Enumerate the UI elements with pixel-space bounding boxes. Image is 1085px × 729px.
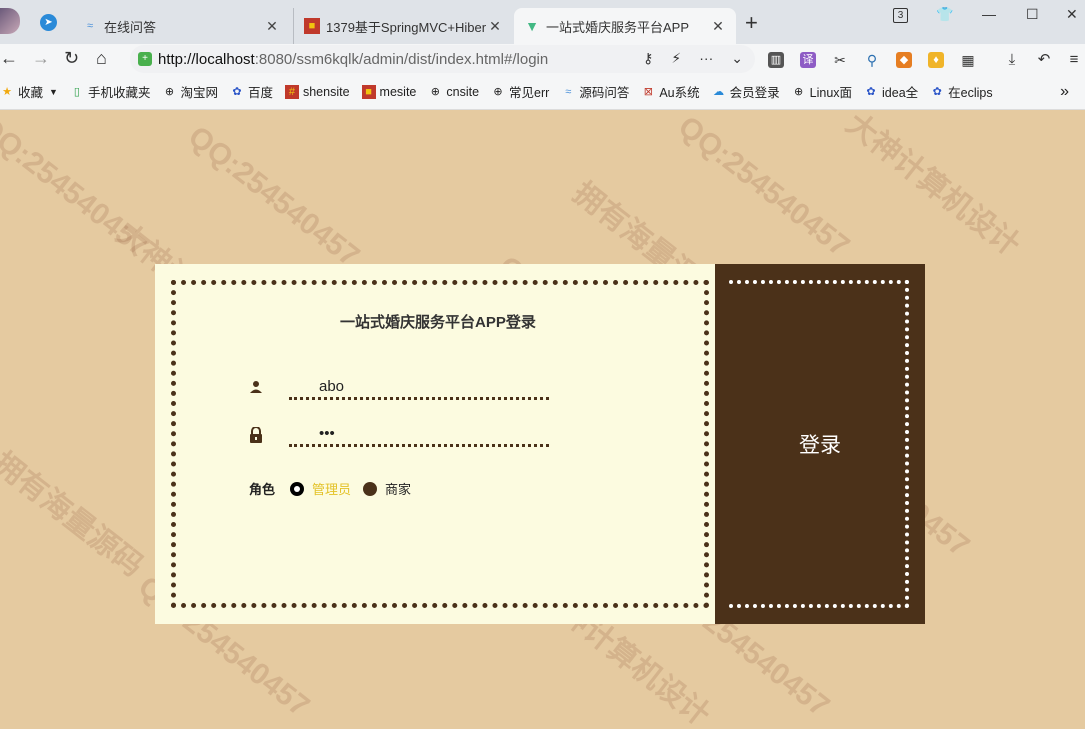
tab-count-badge[interactable]: 3 [893, 8, 908, 23]
back-icon[interactable]: ← [0, 48, 18, 69]
red-square-icon: ■ [361, 84, 376, 99]
login-page: QQ:254540457 大神计算机设计 QQ:254540457 拥有海量源码… [0, 110, 1085, 729]
download-icon[interactable]: ⤓ [1004, 52, 1020, 68]
box-icon: ⊠ [643, 86, 653, 98]
login-submit-panel: 登录 [715, 264, 925, 624]
role-label: 角色 [249, 482, 276, 497]
shield-ext-icon[interactable]: ♦ [928, 52, 944, 68]
secure-shield-icon: + [138, 52, 152, 66]
reader-icon[interactable]: ▥ [768, 52, 784, 68]
close-icon[interactable]: ✕ [710, 18, 726, 35]
lightning-icon[interactable]: ⚡ [671, 50, 681, 67]
paw-icon: ✿ [232, 86, 242, 98]
maximize-icon[interactable]: ☐ [1026, 6, 1039, 23]
password-input[interactable] [289, 423, 549, 447]
gamepad-icon[interactable]: ◆ [896, 52, 912, 68]
bookmark-err[interactable]: ⊕ 常见err [491, 82, 549, 101]
tab-wedding-app[interactable]: ▼ 一站式婚庆服务平台APP ✕ [514, 8, 736, 44]
role-merchant-radio[interactable]: 商家 [363, 479, 411, 498]
watermark: 大神计算机设计 [839, 110, 1026, 263]
bookmark-eclipse[interactable]: ✿ 在eclips [930, 82, 993, 101]
bookmark-baidu[interactable]: ✿ 百度 [230, 82, 273, 101]
translate-icon[interactable]: 译 [800, 52, 816, 68]
bookmark-cnsite[interactable]: ⊕ cnsite [428, 85, 479, 99]
bookmark-mesite[interactable]: ■ mesite [361, 84, 416, 99]
search-icon[interactable]: ⚲ [864, 52, 880, 68]
bookmark-mobile[interactable]: ▯ 手机收藏夹 [70, 82, 151, 101]
username-row [249, 376, 549, 400]
close-icon[interactable]: ✕ [487, 18, 503, 35]
undo-icon[interactable]: ↶ [1036, 52, 1052, 68]
bookmarks-overflow-icon[interactable]: » [1060, 83, 1069, 101]
role-selector: 角色 管理员 商家 [249, 479, 423, 498]
bookmarks-bar: ★ 收藏 ▼ ▯ 手机收藏夹 ⊕ 淘宝网 ✿ 百度 # shensite ■ mesite ⊕… [0, 74, 1085, 110]
login-button[interactable]: 登录 [715, 264, 925, 624]
reload-icon[interactable]: ↻ [64, 48, 79, 69]
url-text: http://localhost:8080/ssm6kqlk/admin/dis… [158, 50, 549, 68]
user-icon [249, 380, 263, 396]
role-admin-radio[interactable]: 管理员 [290, 479, 351, 498]
watermark: 拥有海量源码 [0, 446, 149, 584]
star-icon: ★ [2, 86, 12, 98]
paw-icon: ✿ [866, 86, 876, 98]
tab-online-qa[interactable]: ≈ 在线问答 ✕ [72, 8, 290, 44]
watermark: QQ:254540457 [182, 119, 366, 274]
home-icon[interactable]: ⌂ [96, 48, 107, 69]
chevron-down-icon[interactable]: ⌄ [731, 50, 743, 67]
profile-avatar[interactable] [0, 8, 20, 34]
tab-title: 一站式婚庆服务平台APP [546, 19, 690, 35]
radio-selected-icon [290, 481, 305, 496]
new-tab-button[interactable]: + [745, 10, 758, 36]
password-row [249, 423, 549, 447]
bookmark-member[interactable]: ☁ 会员登录 [712, 82, 780, 101]
bookmark-shensite[interactable]: # shensite [284, 84, 350, 99]
tab-title: 在线问答 [104, 19, 157, 35]
shirt-icon[interactable]: 👕 [936, 6, 953, 23]
watermark: QQ:254540457 [672, 110, 856, 264]
phone-icon: ▯ [73, 86, 80, 98]
globe-icon: ⊕ [493, 86, 503, 98]
wave-icon: ≈ [86, 20, 94, 32]
telegram-icon[interactable]: ➤ [40, 14, 57, 31]
radio-unselected-icon [363, 481, 378, 496]
menu-icon[interactable]: ≡ [1066, 52, 1082, 68]
minimize-icon[interactable]: — [982, 6, 996, 22]
scissors-icon[interactable]: ✂ [832, 52, 848, 68]
close-window-icon[interactable]: ✕ [1066, 6, 1078, 23]
browser-toolbar: ← → ↻ ⌂ + http://localhost:8080/ssm6kqlk… [0, 44, 1085, 74]
browser-tab-bar: ➤ ≈ 在线问答 ✕ ■ 1379基于SpringMVC+Hiber ✕ ▼ 一… [0, 0, 1085, 44]
lock-icon [249, 426, 263, 443]
bookmark-source-qa[interactable]: ≈ 源码问答 [561, 82, 629, 101]
tab-springmvc[interactable]: ■ 1379基于SpringMVC+Hiber ✕ [293, 8, 513, 44]
login-card: 一站式婚庆服务平台APP登录 角色 管理员 商家 [155, 264, 925, 624]
watermark: QQ:254540457 [0, 110, 156, 264]
grid-icon: # [284, 84, 299, 99]
wave-icon: ≈ [565, 85, 572, 98]
close-icon[interactable]: ✕ [264, 18, 280, 35]
globe-icon: ⊕ [164, 86, 175, 98]
tab-title: 1379基于SpringMVC+Hiber [326, 19, 487, 35]
globe-icon: ⊕ [430, 86, 440, 98]
red-square-icon: ■ [304, 18, 320, 34]
bookmark-taobao[interactable]: ⊕ 淘宝网 [162, 82, 218, 101]
globe-icon: ⊕ [794, 86, 804, 98]
forward-icon[interactable]: → [32, 48, 50, 69]
chevron-down-icon: ▼ [49, 86, 58, 97]
key-icon[interactable]: ⚷ [643, 50, 653, 67]
address-bar[interactable]: + http://localhost:8080/ssm6kqlk/admin/d… [130, 45, 755, 73]
apps-grid-icon[interactable]: ▦ [960, 52, 976, 68]
bookmark-au[interactable]: ⊠ Au系统 [641, 82, 700, 101]
bookmark-favorites[interactable]: ★ 收藏 ▼ [0, 82, 58, 101]
paw-icon: ✿ [932, 86, 942, 98]
bookmark-linux[interactable]: ⊕ Linux面 [792, 82, 852, 101]
bookmark-idea[interactable]: ✿ idea全 [864, 82, 918, 101]
page-title: 一站式婚庆服务平台APP登录 [340, 314, 536, 331]
cloud-icon: ☁ [713, 86, 725, 98]
username-input[interactable] [289, 376, 549, 400]
vue-icon: ▼ [525, 18, 539, 34]
more-icon[interactable]: ··· [699, 50, 713, 67]
